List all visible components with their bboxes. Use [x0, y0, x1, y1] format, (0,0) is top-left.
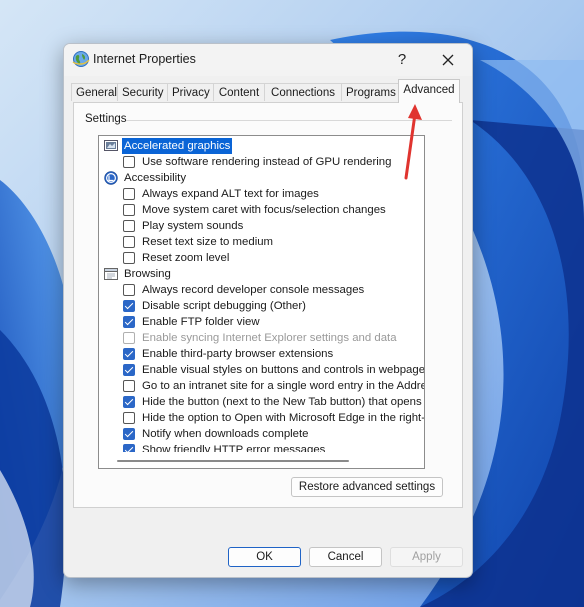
checkbox[interactable]: [123, 156, 135, 168]
option-label: Play system sounds: [142, 220, 244, 232]
checkbox[interactable]: [123, 396, 135, 408]
settings-tree-list[interactable]: Accelerated graphics Use software render…: [98, 135, 425, 469]
close-icon[interactable]: [436, 48, 460, 72]
help-button[interactable]: ?: [390, 48, 414, 72]
checkbox[interactable]: [123, 188, 135, 200]
category-label: Browsing: [124, 268, 171, 280]
option-label: Reset zoom level: [142, 252, 230, 264]
option-label: Enable syncing Internet Explorer setting…: [142, 332, 397, 344]
category-label: Accelerated graphics: [122, 138, 233, 154]
option-label: Disable script debugging (Other): [142, 300, 306, 312]
settings-group-label: Settings: [85, 113, 130, 125]
tab-privacy[interactable]: Privacy: [167, 83, 214, 101]
option-label: Reset text size to medium: [142, 236, 274, 248]
tab-connections[interactable]: Connections: [264, 83, 342, 101]
tab-general[interactable]: General: [71, 83, 118, 101]
option-label: Notify when downloads complete: [142, 428, 309, 440]
option-label: Use software rendering instead of GPU re…: [142, 156, 392, 168]
option-label: Enable FTP folder view: [142, 316, 260, 328]
restore-advanced-settings-button[interactable]: Restore advanced settings: [291, 477, 443, 497]
checkbox[interactable]: [123, 364, 135, 376]
checkbox[interactable]: [123, 412, 135, 424]
tab-advanced[interactable]: Advanced: [398, 79, 460, 103]
checkbox[interactable]: [123, 380, 135, 392]
checkbox[interactable]: [123, 428, 135, 440]
window-title: Internet Properties: [93, 52, 196, 66]
option-label: Always record developer console messages: [142, 284, 365, 296]
horizontal-scrollbar-thumb[interactable]: [117, 460, 349, 462]
tab-strip: General Security Privacy Content Connect…: [71, 79, 461, 103]
annotation-arrow-icon: [404, 104, 422, 180]
cancel-button[interactable]: Cancel: [309, 547, 382, 567]
option-label: Always expand ALT text for images: [142, 188, 319, 200]
checkbox[interactable]: [123, 220, 135, 232]
display-icon: [104, 140, 118, 151]
category-label: Accessibility: [124, 172, 187, 184]
checkbox: [123, 332, 135, 344]
apply-button[interactable]: Apply: [390, 547, 463, 567]
checkbox[interactable]: [123, 252, 135, 264]
checkbox[interactable]: [123, 316, 135, 328]
checkbox[interactable]: [123, 348, 135, 360]
tab-content[interactable]: Content: [213, 83, 265, 101]
checkbox[interactable]: [123, 204, 135, 216]
option-label: Hide the button (next to the New Tab but…: [142, 396, 422, 408]
checkbox[interactable]: [123, 236, 135, 248]
checkbox[interactable]: [123, 284, 135, 296]
option-label: Enable third-party browser extensions: [142, 348, 334, 360]
tab-security[interactable]: Security: [117, 83, 168, 101]
checkbox[interactable]: [123, 300, 135, 312]
title-bar[interactable]: Internet Properties ?: [64, 44, 472, 76]
option-label: Go to an intranet site for a single word…: [142, 380, 425, 392]
browsing-icon: [104, 268, 118, 280]
option-label: Hide the option to Open with Microsoft E…: [142, 412, 425, 424]
accessibility-icon: [104, 171, 118, 185]
option-label: Enable visual styles on buttons and cont…: [142, 364, 425, 376]
tab-programs[interactable]: Programs: [341, 83, 399, 101]
internet-globe-icon: [72, 51, 90, 67]
option-label: Move system caret with focus/selection c…: [142, 204, 386, 216]
ok-button[interactable]: OK: [228, 547, 301, 567]
